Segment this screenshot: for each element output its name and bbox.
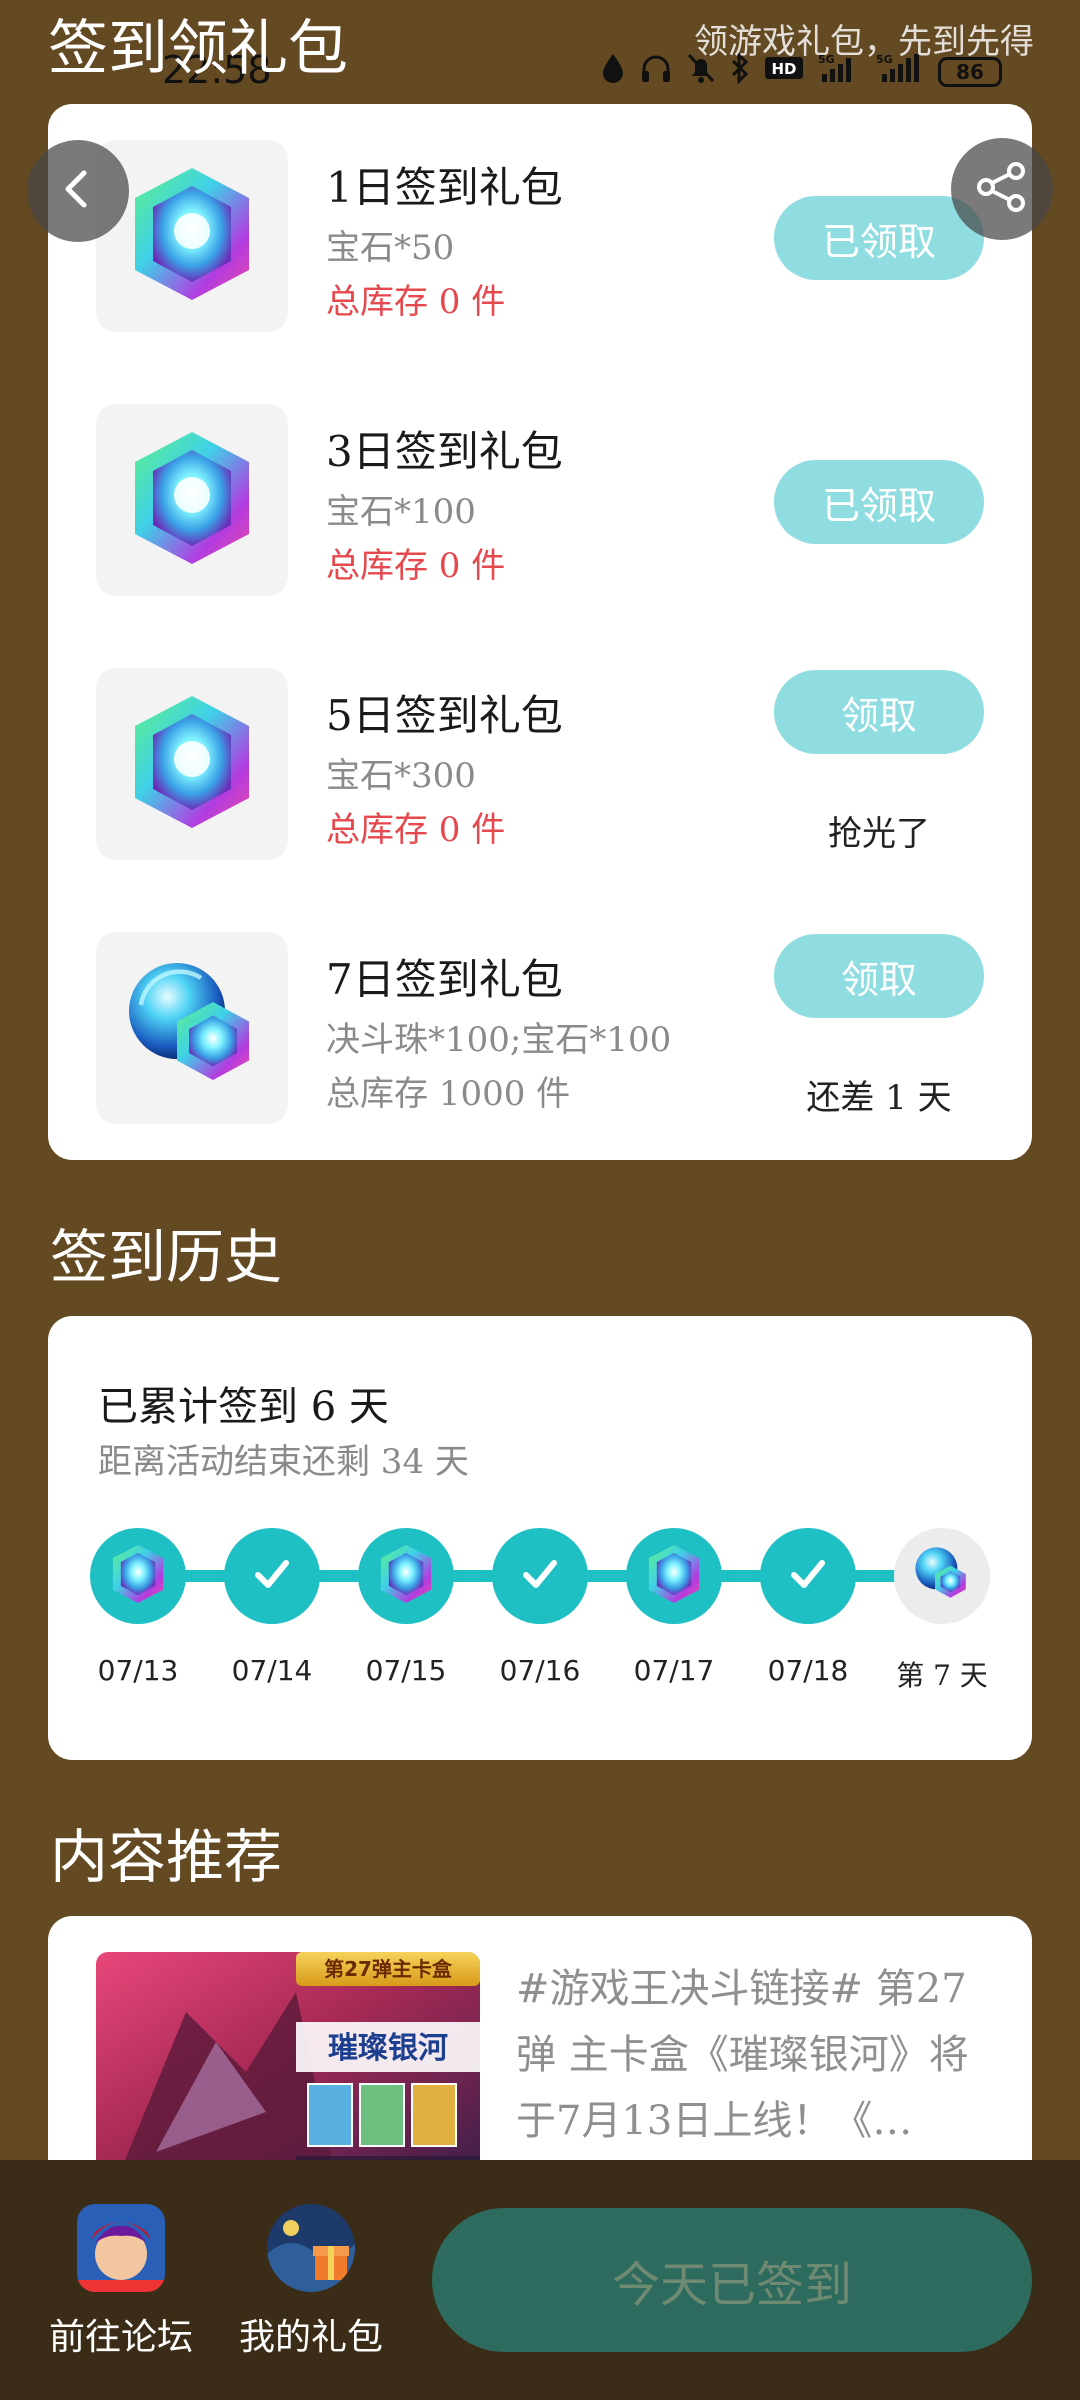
day-node [760,1528,856,1624]
game-app-icon [77,2204,165,2292]
back-button[interactable] [27,140,129,242]
gift-thumbnail [96,932,288,1124]
check-icon [518,1552,562,1600]
day-node [90,1528,186,1624]
gift-stock: 总库存 0 件 [326,546,506,586]
day-label: 07/18 [767,1654,849,1687]
forum-link[interactable]: 前往论坛 [46,2204,196,2360]
gift-content: 宝石*100 [326,492,476,532]
day-label: 07/15 [365,1654,447,1687]
gift-name: 3日签到礼包 [326,427,563,476]
history-section-title: 签到历史 [50,1223,283,1291]
gem-icon [105,1541,171,1611]
gift-content: 宝石*50 [326,228,455,268]
forum-label: 前往论坛 [48,2317,193,2358]
gift-content: 决斗珠*100;宝石*100 [326,1020,672,1060]
share-icon [974,159,1030,219]
day-node [358,1528,454,1624]
my-gifts-label: 我的礼包 [238,2317,383,2358]
water-drop-icon [600,52,626,92]
claim-button[interactable]: 领取 [774,670,984,754]
gem-icon [373,1541,439,1611]
gift-row-day7: 7日签到礼包 决斗珠*100;宝石*100 总库存 1000 件 领取 还差 1… [48,896,1032,1124]
day-label: 07/14 [231,1654,313,1687]
gift-stock: 总库存 0 件 [326,810,506,850]
gift-box-icon [267,2204,355,2292]
checkin-total: 已累计签到 6 天 [98,1384,389,1430]
gift-thumbnail [96,140,288,332]
gift-row-day1: 1日签到礼包 宝石*50 总库存 0 件 已领取 [48,104,1032,332]
gift-status-note: 还差 1 天 [806,1078,952,1118]
orb-gem-icon [907,1539,977,1613]
gem-icon [117,687,267,841]
page-title: 签到领礼包 [48,14,348,84]
gem-icon [117,423,267,577]
day-node [492,1528,588,1624]
article-thumbnail[interactable]: 璀璨银河 第27弹主卡盒 [96,1952,480,2182]
gift-stock: 总库存 1000 件 [326,1074,571,1114]
gift-list-card: 1日签到礼包 宝石*50 总库存 0 件 已领取 3日签到礼包 宝石*100 总… [48,104,1032,1160]
orb-gem-icon [117,951,267,1105]
check-icon [786,1552,830,1600]
checkin-history-card: 已累计签到 6 天 距离活动结束还剩 34 天 07/13 07/14 07/1… [48,1316,1032,1760]
article-thumbnail-caption: 第27弹主卡盒 [324,1957,453,1981]
day-node [224,1528,320,1624]
article-thumbnail-title: 璀璨银河 [328,2031,448,2066]
day-node [626,1528,722,1624]
gift-status-note: 抢光了 [828,814,930,854]
share-button[interactable] [951,138,1053,240]
gem-icon [641,1541,707,1611]
day-label: 07/16 [499,1654,581,1687]
claim-button[interactable]: 领取 [774,934,984,1018]
gift-thumbnail [96,404,288,596]
day-label: 07/13 [97,1654,179,1687]
check-icon [250,1552,294,1600]
page-slogan: 领游戏礼包，先到先得 [694,22,1034,62]
claimed-button[interactable]: 已领取 [774,460,984,544]
checkin-button[interactable]: 今天已签到 [432,2208,1032,2352]
gift-stock: 总库存 0 件 [326,282,506,322]
gift-name: 5日签到礼包 [326,691,563,740]
gift-thumbnail [96,668,288,860]
event-remaining: 距离活动结束还剩 34 天 [98,1442,469,1482]
day-label: 第 7 天 [896,1659,988,1692]
gem-icon [117,159,267,313]
chevron-left-icon [56,167,100,215]
recommend-section-title: 内容推荐 [50,1823,283,1891]
bottom-action-bar: 前往论坛 我的礼包 今天已签到 [0,2160,1080,2400]
headphones-icon [640,53,672,91]
article-summary[interactable]: #游戏王决斗链接# 第27弹 主卡盒《璀璨银河》将于7月13日上线！《… [516,1956,1006,2154]
claimed-button[interactable]: 已领取 [774,196,984,280]
day-label: 07/17 [633,1654,715,1687]
gift-row-day5: 5日签到礼包 宝石*300 总库存 0 件 领取 抢光了 [48,632,1032,860]
day-node-pending [894,1528,990,1624]
gift-row-day3: 3日签到礼包 宝石*100 总库存 0 件 已领取 [48,368,1032,596]
gift-name: 7日签到礼包 [326,955,563,1004]
my-gifts-link[interactable]: 我的礼包 [236,2204,386,2360]
gift-name: 1日签到礼包 [326,163,563,212]
gift-content: 宝石*300 [326,756,476,796]
